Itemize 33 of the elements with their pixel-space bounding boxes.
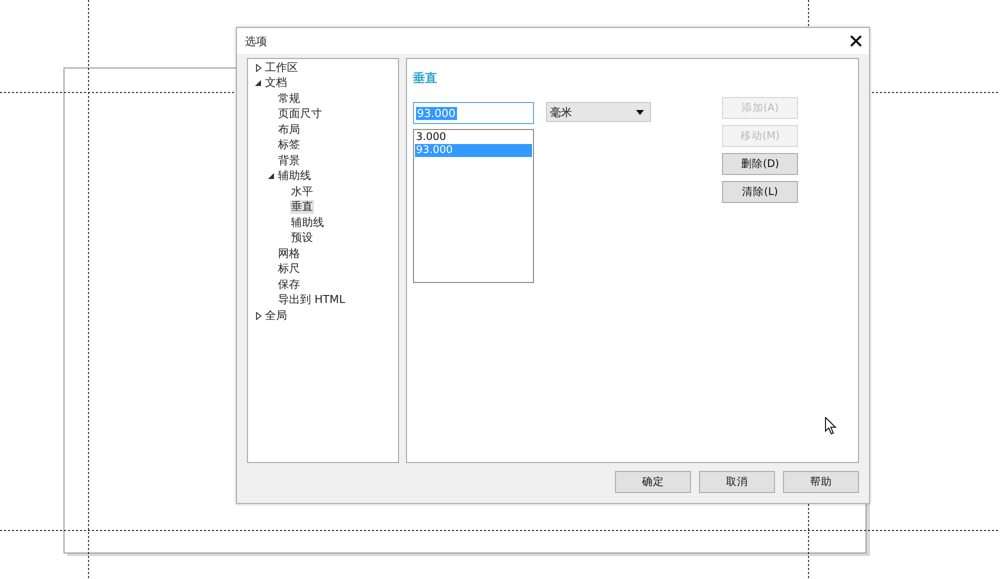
tree-item[interactable]: 垂直 (290, 200, 314, 214)
close-icon[interactable] (849, 34, 863, 48)
dialog-button[interactable]: 确定 (615, 471, 691, 493)
dialog-button[interactable]: 帮助 (783, 471, 859, 493)
tree-item[interactable]: 布局 (277, 122, 301, 137)
tree-item[interactable]: 导出到 HTML (277, 293, 346, 308)
dropdown-arrow-icon (636, 110, 644, 114)
tree-item[interactable]: 预设 (290, 231, 314, 246)
tree-item[interactable]: 辅助线 (277, 169, 312, 184)
tree-item[interactable]: 水平 (290, 184, 314, 199)
tree-item[interactable]: 页面尺寸 (277, 107, 323, 122)
action-button[interactable]: 清除(L) (722, 181, 798, 203)
section-heading: 垂直 (413, 70, 437, 87)
list-item[interactable]: 3.000 (415, 131, 532, 144)
mouse-pointer-icon (825, 417, 837, 435)
tree-item[interactable]: 文档 (264, 76, 288, 90)
unit-dropdown[interactable]: 毫米 (546, 102, 651, 122)
expand-arrow-icon[interactable] (255, 64, 262, 72)
tree-item[interactable]: 背景 (277, 154, 301, 168)
collapse-arrow-icon[interactable] (255, 79, 262, 88)
tree-item[interactable]: 标尺 (277, 262, 301, 276)
tree-item[interactable]: 全局 (264, 308, 288, 323)
tree-item[interactable]: 辅助线 (290, 216, 325, 230)
collapse-arrow-icon[interactable] (268, 172, 275, 180)
tree-item[interactable]: 工作区 (264, 60, 299, 75)
expand-arrow-icon[interactable] (255, 312, 262, 320)
tree-item[interactable]: 保存 (277, 278, 301, 292)
action-button[interactable]: 删除(D) (722, 153, 798, 175)
window-title: 选项 (245, 34, 267, 48)
tree-item[interactable]: 常规 (277, 92, 301, 106)
tree-item[interactable]: 网格 (277, 246, 301, 261)
dialog-button[interactable]: 取消 (699, 471, 775, 493)
tree-item[interactable]: 标签 (277, 138, 301, 152)
